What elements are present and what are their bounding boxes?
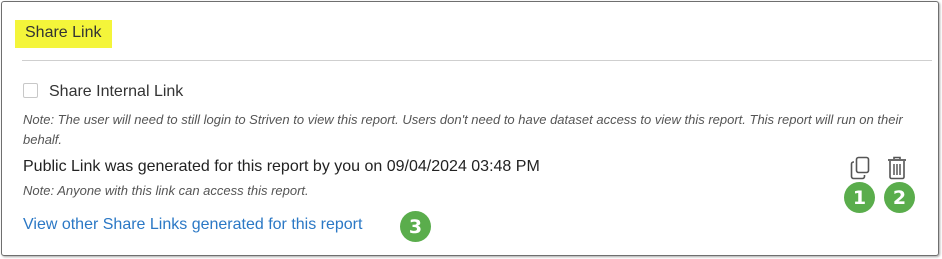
callout-badge-1: 1 [844,182,875,213]
share-internal-link-label[interactable]: Share Internal Link [49,83,183,101]
share-internal-link-checkbox[interactable] [23,83,38,98]
view-other-share-links-link[interactable]: View other Share Links generated for thi… [23,216,362,234]
callout-badge-3: 3 [400,211,431,242]
public-link-status: Public Link was generated for this repor… [23,158,540,175]
copy-icon[interactable] [849,156,871,180]
divider [22,60,932,61]
panel-title: Share Link [15,20,112,48]
internal-link-note: Note: The user will need to still login … [23,112,903,147]
panel-title-text: Share Link [25,24,102,41]
callout-badge-2: 2 [884,182,915,213]
trash-icon[interactable] [886,156,908,180]
public-link-note: Note: Anyone with this link can access t… [23,183,309,198]
